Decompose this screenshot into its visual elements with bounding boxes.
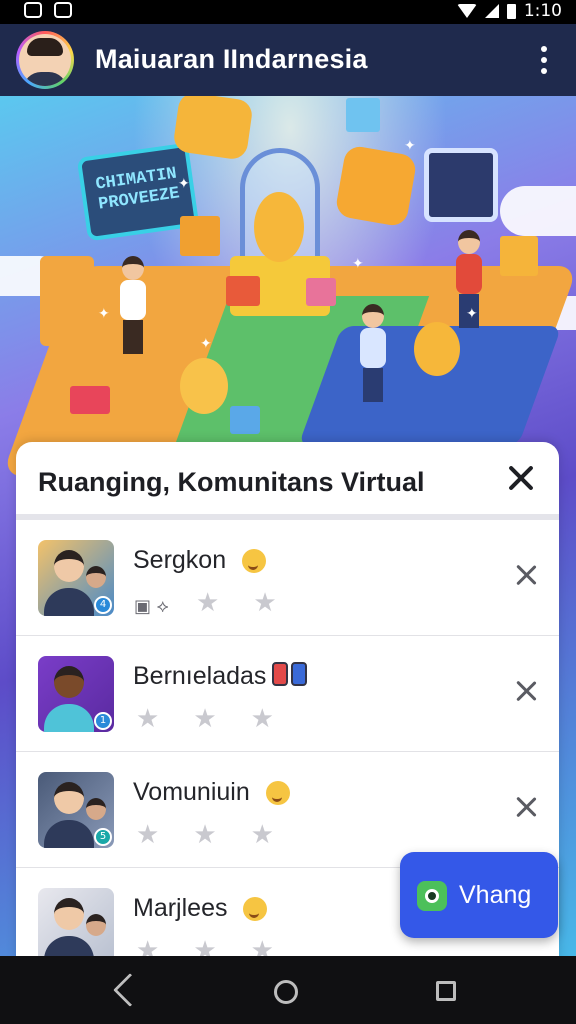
status-bar: 1:10 bbox=[0, 0, 576, 24]
member-avatar bbox=[38, 888, 114, 962]
member-name: Bernıeladas bbox=[133, 662, 267, 691]
list-item[interactable]: 1 Bernıeladas ★ ★ ★ bbox=[16, 636, 559, 752]
profile-avatar[interactable] bbox=[16, 31, 74, 89]
member-avatar: 4 bbox=[38, 540, 114, 616]
recents-icon[interactable] bbox=[436, 981, 456, 1001]
dialog-title: Ruanging, Komunitans Virtual bbox=[38, 467, 425, 497]
remove-member-icon[interactable] bbox=[515, 564, 537, 586]
gift-icon bbox=[346, 98, 380, 132]
star-icon[interactable]: ★ bbox=[136, 822, 159, 848]
dialog-close-icon[interactable] bbox=[507, 464, 535, 492]
remove-member-icon[interactable] bbox=[515, 796, 537, 818]
music-note-icon bbox=[172, 96, 254, 161]
character-chef bbox=[120, 256, 146, 354]
star-icon[interactable]: ★ bbox=[136, 706, 159, 732]
member-badge: 5 bbox=[94, 828, 112, 846]
home-icon[interactable] bbox=[274, 980, 298, 1004]
character-man bbox=[360, 304, 386, 402]
more-options-icon[interactable] bbox=[536, 46, 552, 74]
member-name-row: Sergkon bbox=[133, 546, 267, 575]
member-name: Marjlees bbox=[133, 894, 228, 922]
status-time: 1:10 bbox=[523, 1, 562, 21]
emoji-icon bbox=[265, 781, 290, 806]
member-name: Sergkon bbox=[133, 546, 227, 574]
member-avatar: 1 bbox=[38, 656, 114, 732]
star-icon[interactable]: ★ bbox=[251, 822, 274, 848]
star-icon[interactable]: ★ bbox=[251, 706, 274, 732]
wifi-icon bbox=[456, 4, 477, 18]
star-icon[interactable]: ★ bbox=[253, 590, 276, 616]
member-avatar: 5 bbox=[38, 772, 114, 848]
rating-stars[interactable]: ★ ★ bbox=[196, 590, 277, 616]
device-icon: ▣ ⟡ bbox=[134, 596, 169, 617]
star-icon[interactable]: ★ bbox=[193, 706, 216, 732]
member-badge: 4 bbox=[94, 596, 112, 614]
app-title: Maiuaran IIndarnesia bbox=[95, 44, 368, 74]
signal-icon bbox=[484, 4, 499, 18]
fab-label: Vhang bbox=[459, 881, 532, 909]
monitor-icon bbox=[424, 148, 498, 222]
back-icon[interactable] bbox=[113, 973, 147, 1007]
rating-stars[interactable]: ★ ★ ★ bbox=[136, 822, 274, 848]
system-nav-bar bbox=[0, 956, 576, 1024]
dialog-header: Ruanging, Komunitans Virtual bbox=[16, 442, 559, 520]
member-name-row: Vomuniuin bbox=[133, 778, 290, 807]
emoji-icon bbox=[243, 897, 268, 922]
rating-stars[interactable]: ★ ★ ★ bbox=[136, 706, 274, 732]
member-name: Vomuniuin bbox=[133, 778, 250, 806]
vhang-fab-button[interactable]: Vhang bbox=[400, 852, 558, 938]
remove-member-icon[interactable] bbox=[515, 680, 537, 702]
camera-icon bbox=[417, 881, 447, 911]
list-item[interactable]: 5 Vomuniuin ★ ★ ★ bbox=[16, 752, 559, 868]
star-icon[interactable]: ★ bbox=[193, 822, 216, 848]
jar-icons bbox=[272, 662, 310, 693]
notification-icon bbox=[54, 2, 72, 18]
pie-chart-icon bbox=[334, 144, 418, 228]
bear-trophy bbox=[254, 192, 304, 262]
star-icon[interactable]: ★ bbox=[196, 590, 219, 616]
member-badge: 1 bbox=[94, 712, 112, 730]
member-name-row: Marjlees bbox=[133, 894, 268, 923]
game-controller-icon bbox=[24, 2, 42, 18]
list-item[interactable]: 4 Sergkon ▣ ⟡ ★ ★ bbox=[16, 520, 559, 636]
battery-icon bbox=[506, 3, 516, 19]
app-bar: Maiuaran IIndarnesia bbox=[0, 24, 576, 96]
member-name-row: Bernıeladas bbox=[133, 662, 310, 693]
emoji-icon bbox=[242, 549, 267, 574]
